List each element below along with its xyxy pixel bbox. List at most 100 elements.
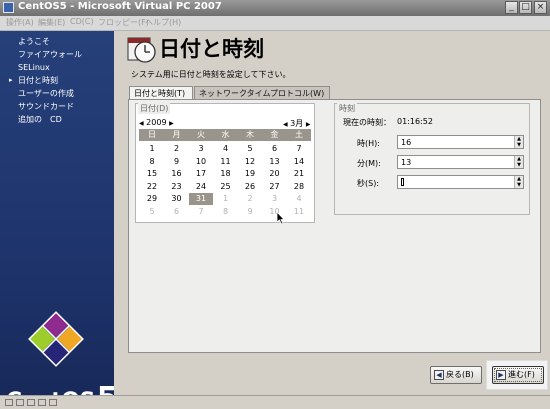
calendar-day[interactable]: 5 bbox=[140, 206, 164, 218]
vm-window: CentOS5 - Microsoft Virtual PC 2007 _ □ … bbox=[0, 0, 550, 409]
calendar-day[interactable]: 29 bbox=[140, 193, 164, 205]
current-step-arrow-icon: ▸ bbox=[9, 76, 13, 84]
month-value: 3月 bbox=[290, 119, 304, 128]
calendar-day[interactable]: 16 bbox=[165, 168, 189, 180]
weekday-header: 月 bbox=[172, 130, 181, 139]
status-disk-icon bbox=[5, 399, 13, 406]
calendar-day[interactable]: 7 bbox=[189, 206, 213, 218]
second-label: 秒(S): bbox=[357, 179, 380, 188]
tab-network-time-protocol[interactable]: ネットワークタイムプロトコル(W) bbox=[194, 86, 330, 100]
calendar-day[interactable]: 2 bbox=[238, 193, 262, 205]
calendar-day[interactable]: 20 bbox=[263, 168, 287, 180]
prev-year-icon[interactable]: ◀ bbox=[139, 120, 144, 127]
calendar-day[interactable]: 9 bbox=[165, 156, 189, 168]
sidebar-item-datetime: ▸ 日付と時刻 bbox=[0, 74, 82, 87]
calendar-day[interactable]: 18 bbox=[214, 168, 238, 180]
back-button[interactable]: ◀ 戻る(B) bbox=[430, 366, 482, 384]
sidebar-item-label: ユーザーの作成 bbox=[18, 89, 74, 98]
calendar-day[interactable]: 15 bbox=[140, 168, 164, 180]
status-network-icon bbox=[38, 399, 46, 406]
calendar-day[interactable]: 25 bbox=[214, 181, 238, 193]
calendar-day[interactable]: 26 bbox=[238, 181, 262, 193]
maximize-button[interactable]: □ bbox=[519, 1, 532, 14]
weekday-header: 木 bbox=[246, 130, 254, 139]
calendar-day[interactable]: 1 bbox=[214, 193, 238, 205]
calendar-day[interactable]: 11 bbox=[214, 156, 238, 168]
status-cd-icon bbox=[16, 399, 24, 406]
year-selector[interactable]: ◀ 2009 ▶ bbox=[139, 118, 174, 127]
calendar-weekday-header: 日月火水木金土 bbox=[139, 129, 311, 141]
calendar-day[interactable]: 30 bbox=[165, 193, 189, 205]
calendar-day[interactable]: 5 bbox=[238, 143, 262, 155]
tab-panel: 日付(D) ◀ 2009 ▶ ◀ 3月 ▶ 日月火水木金土 1234567891… bbox=[128, 99, 541, 353]
sidebar-item-label: 追加の CD bbox=[18, 115, 62, 124]
calendar-day[interactable]: 22 bbox=[140, 181, 164, 193]
current-time-value: 01:16:52 bbox=[397, 117, 433, 126]
minimize-button[interactable]: _ bbox=[505, 1, 518, 14]
menu-cd[interactable]: CD(C) bbox=[70, 17, 94, 26]
calendar-day[interactable]: 4 bbox=[287, 193, 311, 205]
hour-down-icon[interactable]: ▼ bbox=[515, 142, 523, 148]
status-floppy-icon bbox=[27, 399, 35, 406]
calendar-day[interactable]: 8 bbox=[140, 156, 164, 168]
calendar-day[interactable]: 8 bbox=[214, 206, 238, 218]
page-title: 日付と時刻 bbox=[159, 37, 264, 61]
weekday-header: 水 bbox=[221, 130, 230, 139]
forward-arrow-icon: ▶ bbox=[496, 370, 506, 380]
sidebar-item-label: サウンドカード bbox=[18, 102, 74, 111]
back-arrow-icon: ◀ bbox=[434, 370, 444, 380]
calendar-day[interactable]: 28 bbox=[287, 181, 311, 193]
calendar-day[interactable]: 23 bbox=[165, 181, 189, 193]
calendar-day[interactable]: 10 bbox=[189, 156, 213, 168]
hour-label: 時(H): bbox=[357, 139, 380, 148]
calendar-day[interactable]: 2 bbox=[165, 143, 189, 155]
menu-action[interactable]: 操作(A) bbox=[6, 17, 34, 28]
calendar-day-selected[interactable]: 31 bbox=[189, 193, 213, 205]
calendar-day[interactable]: 13 bbox=[263, 156, 287, 168]
prev-month-icon[interactable]: ◀ bbox=[283, 121, 288, 128]
sidebar-item-create-user: ユーザーの作成 bbox=[0, 87, 82, 100]
clock-calendar-icon bbox=[127, 37, 156, 63]
virtual-pc-icon bbox=[3, 2, 14, 13]
hour-spinbox[interactable]: 16 ▲ ▼ bbox=[397, 135, 524, 149]
second-spinbox[interactable]: ▲ ▼ bbox=[397, 175, 524, 189]
mouse-pointer-icon bbox=[277, 212, 285, 224]
tab-datetime[interactable]: 日付と時刻(T) bbox=[129, 86, 193, 100]
second-down-icon[interactable]: ▼ bbox=[515, 182, 523, 188]
weekday-header: 日 bbox=[148, 130, 156, 139]
menu-edit[interactable]: 編集(E) bbox=[38, 17, 65, 28]
close-button[interactable]: × bbox=[534, 1, 547, 14]
calendar-day[interactable]: 9 bbox=[238, 206, 262, 218]
back-button-label: 戻る(B) bbox=[446, 370, 474, 379]
calendar-day[interactable]: 4 bbox=[214, 143, 238, 155]
calendar-day[interactable]: 3 bbox=[189, 143, 213, 155]
menu-floppy[interactable]: フロッピー(F) bbox=[98, 17, 149, 28]
calendar-day[interactable]: 27 bbox=[263, 181, 287, 193]
calendar-day[interactable]: 3 bbox=[263, 193, 287, 205]
menu-help[interactable]: ヘルプ(H) bbox=[145, 17, 181, 28]
calendar-day[interactable]: 19 bbox=[238, 168, 262, 180]
month-selector[interactable]: ◀ 3月 ▶ bbox=[283, 118, 310, 129]
sidebar-item-welcome: ようこそ bbox=[0, 35, 82, 48]
calendar-day[interactable]: 6 bbox=[165, 206, 189, 218]
calendar-day[interactable]: 1 bbox=[140, 143, 164, 155]
next-button[interactable]: ▶ 進む(F) bbox=[492, 366, 544, 384]
calendar-day[interactable]: 17 bbox=[189, 168, 213, 180]
next-year-icon[interactable]: ▶ bbox=[169, 120, 174, 127]
sidebar-item-label: ファイアウォール bbox=[18, 50, 82, 59]
calendar-day[interactable]: 24 bbox=[189, 181, 213, 193]
calendar-day[interactable]: 14 bbox=[287, 156, 311, 168]
calendar-day[interactable]: 11 bbox=[287, 206, 311, 218]
next-month-icon[interactable]: ▶ bbox=[306, 121, 311, 128]
minute-spinbox[interactable]: 13 ▲ ▼ bbox=[397, 155, 524, 169]
title-bar[interactable]: CentOS5 - Microsoft Virtual PC 2007 _ □ … bbox=[0, 0, 550, 16]
hour-value: 16 bbox=[401, 138, 412, 147]
calendar-day[interactable]: 7 bbox=[287, 143, 311, 155]
calendar-day[interactable]: 12 bbox=[238, 156, 262, 168]
weekday-header: 土 bbox=[295, 130, 303, 139]
calendar-day[interactable]: 6 bbox=[263, 143, 287, 155]
sidebar-item-firewall: ファイアウォール bbox=[0, 48, 82, 61]
minute-down-icon[interactable]: ▼ bbox=[515, 162, 523, 168]
sidebar-item-label: 日付と時刻 bbox=[18, 76, 58, 85]
calendar-day[interactable]: 21 bbox=[287, 168, 311, 180]
